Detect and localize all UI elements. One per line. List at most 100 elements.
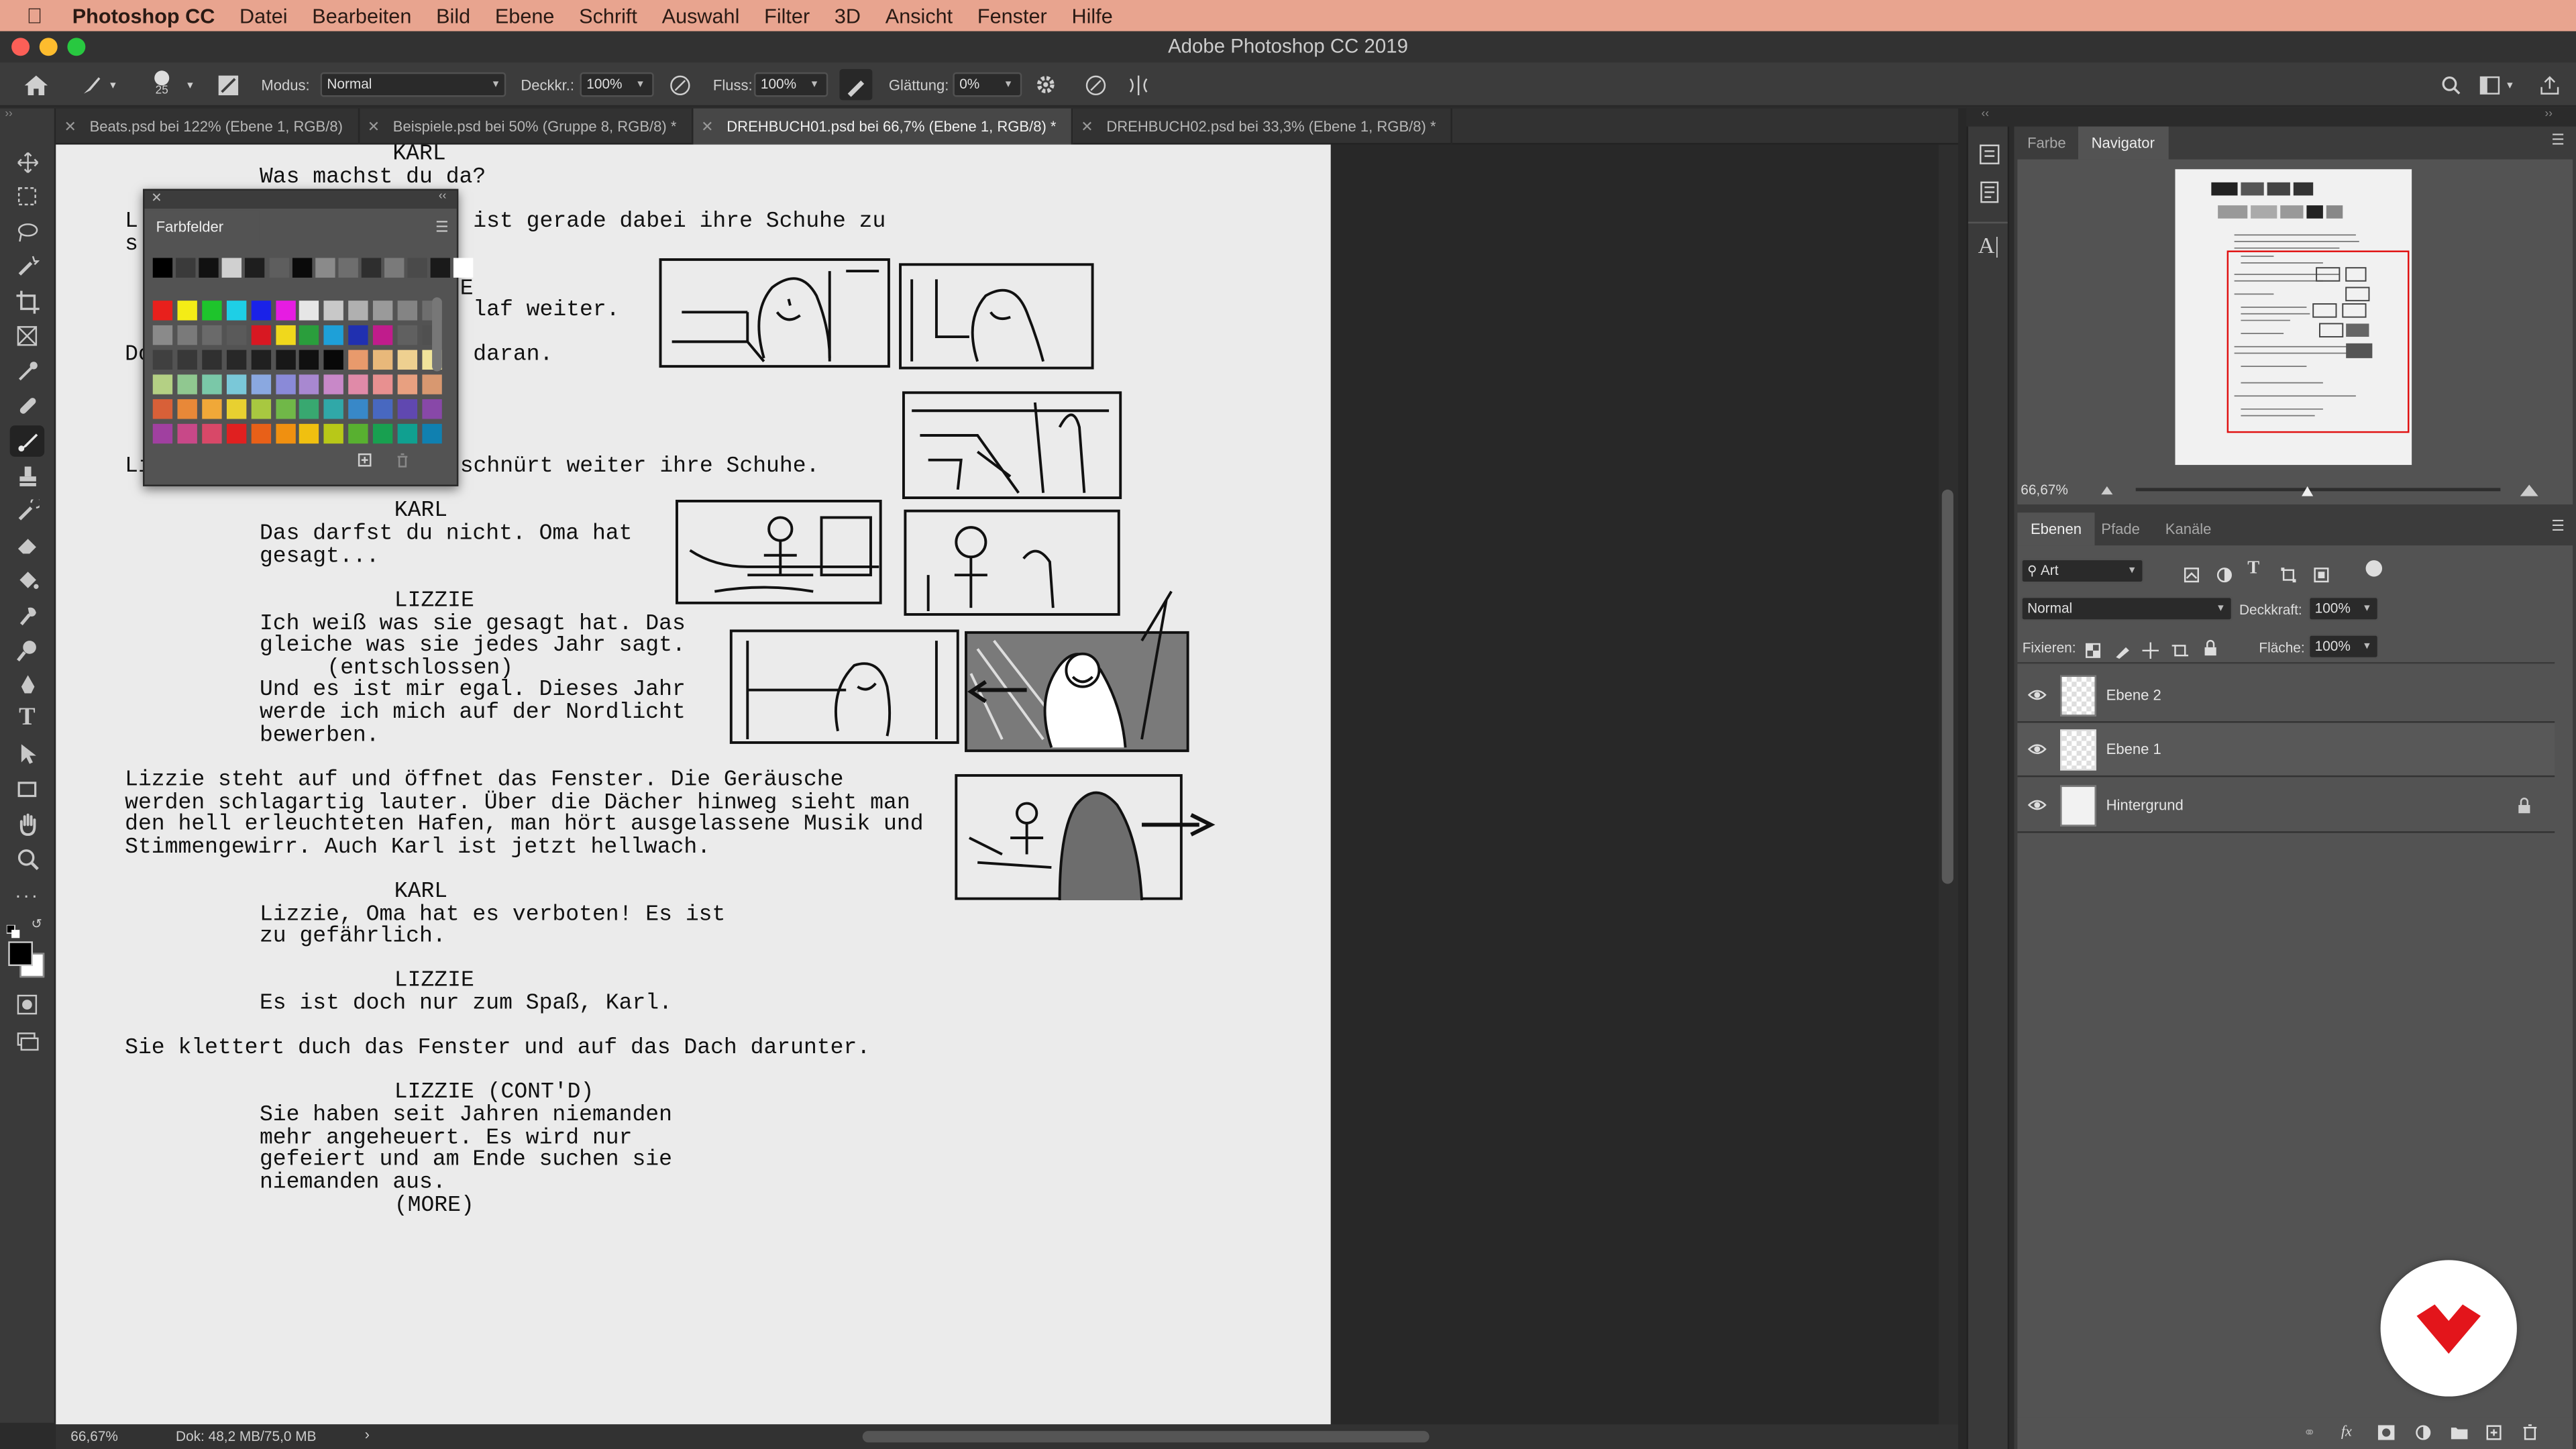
color-swatch[interactable] — [348, 350, 369, 370]
tab-drehbuch01[interactable]: ✕ DREHBUCH01.psd bei 66,7% (Ebene 1, RGB/… — [692, 108, 1073, 145]
navigator-thumbnail[interactable] — [2175, 169, 2412, 466]
close-tab-icon[interactable]: ✕ — [1081, 118, 1093, 134]
quick-selection-tool-icon[interactable] — [10, 250, 44, 281]
color-swatch[interactable] — [373, 374, 393, 394]
paint-bucket-tool-icon[interactable] — [10, 564, 44, 595]
horizontal-scroll-thumb[interactable] — [862, 1431, 1430, 1443]
healing-brush-tool-icon[interactable] — [10, 389, 44, 421]
zoom-out-icon[interactable] — [2100, 483, 2114, 496]
pressure-size-icon[interactable] — [1084, 62, 1107, 107]
default-colors-icon[interactable] — [5, 917, 20, 938]
color-swatch[interactable] — [315, 258, 335, 278]
path-selection-tool-icon[interactable] — [10, 738, 44, 769]
color-swatch[interactable] — [324, 301, 344, 321]
home-icon[interactable] — [23, 62, 49, 107]
tab-beispiele[interactable]: ✕ Beispiele.psd bei 50% (Gruppe 8, RGB/8)… — [359, 108, 693, 145]
color-swatch[interactable] — [299, 350, 320, 370]
color-swatch[interactable] — [299, 423, 320, 444]
color-swatch[interactable] — [275, 399, 295, 419]
menu-datei[interactable]: Datei — [239, 4, 287, 27]
eyedropper-tool-icon[interactable] — [10, 355, 44, 386]
menu-bild[interactable]: Bild — [436, 4, 470, 27]
modus-select[interactable]: Normal — [320, 72, 506, 97]
color-swatch[interactable] — [397, 399, 418, 419]
color-swatch[interactable] — [275, 374, 295, 394]
color-swatch[interactable] — [299, 301, 320, 321]
fluss-dropdown-icon[interactable]: ▾ — [812, 77, 818, 91]
color-swatch[interactable] — [199, 258, 219, 278]
move-tool-icon[interactable] — [10, 146, 44, 178]
panel-menu-icon[interactable]: ☰ — [2551, 517, 2565, 535]
color-swatch[interactable] — [250, 350, 271, 370]
color-swatch[interactable] — [152, 374, 173, 394]
color-swatch[interactable] — [348, 399, 369, 419]
close-window-button[interactable] — [11, 38, 30, 56]
color-swatch[interactable] — [201, 374, 222, 394]
brush-settings-toggle-icon[interactable] — [217, 62, 239, 107]
frame-tool-icon[interactable] — [10, 321, 44, 352]
filter-toggle-icon[interactable] — [2365, 560, 2383, 577]
status-menu-icon[interactable]: › — [365, 1426, 370, 1442]
search-icon[interactable] — [2441, 62, 2461, 107]
deckkr-dropdown-icon[interactable]: ▾ — [637, 77, 643, 91]
color-swatch[interactable] — [152, 350, 173, 370]
color-swatch[interactable] — [275, 301, 295, 321]
menu-app[interactable]: Photoshop CC — [72, 4, 215, 27]
zoom-window-button[interactable] — [67, 38, 86, 56]
color-swatch[interactable] — [422, 374, 442, 394]
color-swatch[interactable] — [226, 350, 246, 370]
color-swatch[interactable] — [201, 399, 222, 419]
delete-layer-icon[interactable] — [2522, 1423, 2538, 1441]
color-swatch[interactable] — [201, 350, 222, 370]
zoom-tool-icon[interactable] — [10, 843, 44, 874]
glaettung-dropdown-icon[interactable]: ▾ — [1006, 77, 1012, 91]
color-swatch[interactable] — [275, 423, 295, 444]
layer-filter-select[interactable]: ⚲ Art — [2021, 558, 2144, 584]
airbrush-icon[interactable] — [839, 68, 873, 101]
color-swatch[interactable] — [201, 423, 222, 444]
more-tools-icon[interactable]: ··· — [10, 879, 44, 910]
share-icon[interactable] — [2540, 62, 2559, 107]
navigator-zoom-value[interactable]: 66,67% — [2021, 482, 2068, 498]
layer-name[interactable]: Ebene 2 — [2106, 687, 2161, 703]
crop-tool-icon[interactable] — [10, 286, 44, 317]
new-swatch-icon[interactable] — [356, 447, 372, 476]
color-swatch[interactable] — [275, 325, 295, 345]
visibility-eye-icon[interactable] — [2027, 741, 2047, 757]
color-swatch[interactable] — [348, 325, 369, 345]
color-swatch[interactable] — [324, 374, 344, 394]
tab-kanaele[interactable]: Kanäle — [2165, 513, 2212, 545]
filter-type-icon[interactable]: T — [2247, 559, 2259, 578]
zoom-slider-thumb[interactable] — [2300, 483, 2315, 498]
layer-name[interactable]: Ebene 1 — [2106, 741, 2161, 757]
color-swatch[interactable] — [177, 399, 197, 419]
color-swatch[interactable] — [324, 350, 344, 370]
brush-tool-icon[interactable] — [9, 425, 45, 457]
color-swatch[interactable] — [397, 350, 418, 370]
color-swatch[interactable] — [201, 325, 222, 345]
tab-beats[interactable]: ✕ Beats.psd bei 122% (Ebene 1, RGB/8) — [56, 108, 360, 145]
color-swatch[interactable] — [177, 423, 197, 444]
tab-pfade[interactable]: Pfade — [2101, 513, 2140, 545]
color-swatch[interactable] — [373, 325, 393, 345]
panel-menu-icon[interactable]: ☰ — [2551, 131, 2565, 150]
brush-preset-icon[interactable]: ▾ — [80, 62, 116, 107]
layer-row-ebene-2[interactable]: Ebene 2 — [2017, 669, 2555, 723]
color-swatch[interactable] — [422, 399, 442, 419]
visibility-eye-icon[interactable] — [2027, 687, 2047, 703]
color-swatch[interactable] — [226, 399, 246, 419]
filter-smartobject-icon[interactable] — [2313, 562, 2329, 592]
color-swatch[interactable] — [152, 423, 173, 444]
vertical-scroll-thumb[interactable] — [1941, 489, 1953, 884]
color-swatch[interactable] — [397, 374, 418, 394]
color-swatch[interactable] — [337, 258, 358, 278]
color-swatch[interactable] — [299, 374, 320, 394]
color-swatch[interactable] — [201, 301, 222, 321]
blend-dropdown-icon[interactable]: ▾ — [2218, 601, 2224, 614]
color-swatch[interactable] — [299, 325, 320, 345]
delete-swatch-icon[interactable] — [394, 447, 411, 476]
color-swatch[interactable] — [226, 423, 246, 444]
flaeche-dropdown-icon[interactable]: ▾ — [2364, 639, 2370, 652]
color-swatch[interactable] — [373, 301, 393, 321]
menu-auswahl[interactable]: Auswahl — [662, 4, 740, 27]
